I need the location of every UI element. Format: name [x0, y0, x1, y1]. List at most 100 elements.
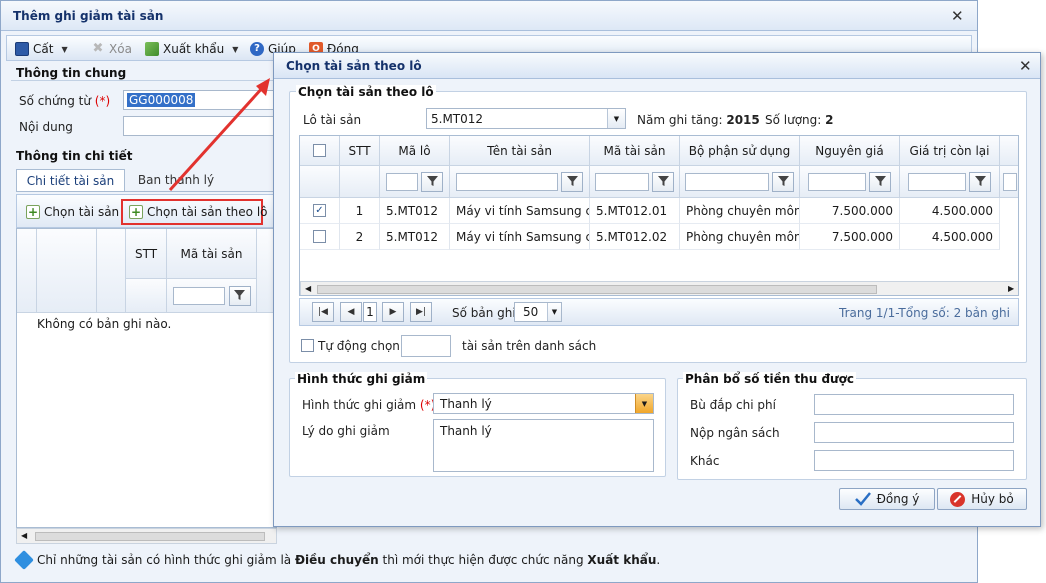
cell-asset-name: Máy vi tính Samsung cor: [450, 224, 590, 250]
horizontal-scrollbar[interactable]: ◀ ▶: [300, 281, 1018, 295]
add-icon: +: [26, 205, 40, 219]
ok-label: Đồng ý: [876, 492, 920, 506]
batch-select-dialog: Chọn tài sản theo lô ✕ Chọn tài sản theo…: [273, 52, 1041, 527]
auto-select-label: Tự động chọn: [318, 339, 400, 353]
table-row[interactable]: 2 5.MT012 Máy vi tính Samsung cor 5.MT01…: [300, 224, 1018, 250]
cell-stt: 1: [340, 198, 380, 224]
ok-button[interactable]: Đồng ý: [839, 488, 935, 510]
col-stt: STT: [340, 136, 380, 166]
budget-payment-input[interactable]: [814, 422, 1014, 443]
cost-filter-input[interactable]: [808, 172, 866, 191]
chevron-down-icon[interactable]: ▼: [61, 45, 67, 54]
checkmark-icon: [854, 492, 871, 506]
cell-asset-name: Máy vi tính Samsung cor: [450, 198, 590, 224]
cell-remaining: 4.500.000: [900, 224, 1000, 250]
chevron-down-icon[interactable]: ▼: [607, 109, 625, 128]
allocation-heading: Phân bổ số tiền thu được: [683, 372, 856, 386]
pager-summary: Trang 1/1-Tổng số: 2 bản ghi: [839, 306, 1010, 320]
cancel-button[interactable]: Hủy bỏ: [937, 488, 1027, 510]
dept-filter: [680, 166, 800, 198]
reason-value: Thanh lý: [440, 424, 492, 438]
prev-page-button[interactable]: ◀: [340, 302, 362, 322]
cell-stt: 2: [340, 224, 380, 250]
horizontal-scrollbar[interactable]: ◀: [16, 528, 277, 544]
scroll-left-icon[interactable]: ◀: [305, 284, 311, 293]
asset-code-filter-input[interactable]: [172, 286, 225, 305]
tab-asset-details[interactable]: Chi tiết tài sản: [16, 169, 125, 191]
filter-icon[interactable]: [652, 171, 674, 192]
col-asset-name: Tên tài sản: [450, 136, 590, 166]
cell-lot: 5.MT012: [380, 198, 450, 224]
export-label: Xuất khẩu: [163, 42, 225, 56]
close-icon[interactable]: ✕: [1019, 59, 1032, 74]
scroll-right-icon[interactable]: ▶: [1008, 284, 1014, 293]
main-titlebar: Thêm ghi giảm tài sản ✕: [1, 1, 977, 31]
row-checkbox[interactable]: [313, 230, 326, 243]
row-checkbox[interactable]: ✓: [313, 204, 326, 217]
reason-textarea[interactable]: Thanh lý: [433, 419, 654, 472]
lot-filter: [380, 166, 450, 198]
batch-asset-grid: STT Mã lô Tên tài sản Mã tài sản Bộ phận…: [299, 135, 1019, 296]
content-label: Nội dung: [19, 120, 73, 134]
scroll-thumb[interactable]: [317, 285, 877, 294]
auto-select-count-input[interactable]: [401, 335, 451, 357]
page-number-input[interactable]: 1: [363, 302, 377, 322]
cost-filter: [800, 166, 900, 198]
export-button[interactable]: Xuất khẩu ▼: [145, 38, 238, 60]
chevron-down-icon[interactable]: ▼: [232, 45, 238, 54]
filter-icon[interactable]: [969, 171, 991, 192]
name-filter-input[interactable]: [456, 172, 558, 191]
general-info-heading: Thông tin chung: [16, 66, 127, 80]
filter-icon[interactable]: [772, 171, 794, 192]
last-page-button[interactable]: ▶|: [410, 302, 432, 322]
cell-asset-code: 5.MT012.02: [590, 224, 680, 250]
add-icon: +: [129, 205, 143, 219]
scroll-left-icon[interactable]: ◀: [21, 531, 27, 540]
cost-offset-input[interactable]: [814, 394, 1014, 415]
save-button[interactable]: Cất ▼: [15, 38, 68, 60]
select-by-batch-button[interactable]: + Chọn tài sản theo lô: [129, 201, 268, 223]
lot-filter-input[interactable]: [386, 172, 418, 191]
remain-filter: [900, 166, 1000, 198]
chevron-down-icon[interactable]: ▼: [547, 303, 561, 321]
auto-select-checkbox[interactable]: [301, 339, 314, 352]
chevron-down-icon[interactable]: ▼: [635, 394, 653, 413]
reduction-heading: Hình thức ghi giảm: [295, 372, 428, 386]
batch-value: 5.MT012: [431, 111, 484, 126]
records-per-page-select[interactable]: 50 ▼: [514, 302, 562, 322]
no-records-text: Không có bản ghi nào.: [37, 317, 172, 331]
filter-icon[interactable]: [228, 285, 251, 306]
table-row[interactable]: ✓ 1 5.MT012 Máy vi tính Samsung cor 5.MT…: [300, 198, 1018, 224]
select-asset-button[interactable]: + Chọn tài sản: [26, 201, 119, 223]
other-label: Khác: [690, 454, 720, 468]
select-all-checkbox[interactable]: [313, 144, 326, 157]
save-icon: [15, 42, 29, 56]
filter-icon[interactable]: [561, 171, 583, 192]
batch-combobox[interactable]: 5.MT012 ▼: [426, 108, 626, 129]
batch-group: Chọn tài sản theo lô Lô tài sản 5.MT012 …: [289, 85, 1027, 363]
cell-lot: 5.MT012: [380, 224, 450, 250]
cell-department: Phòng chuyên môn: [680, 224, 800, 250]
next-page-button[interactable]: ▶: [382, 302, 404, 322]
filter-icon[interactable]: [869, 171, 891, 192]
batch-label: Lô tài sản: [303, 113, 362, 127]
detail-info-heading: Thông tin chi tiết: [16, 149, 133, 163]
close-icon[interactable]: ✕: [951, 9, 964, 24]
name-filter: [450, 166, 590, 198]
records-label: Số bản ghi:: [452, 306, 520, 320]
auto-select-suffix: tài sản trên danh sách: [462, 339, 597, 353]
year-info: Năm ghi tăng: 2015: [637, 113, 760, 127]
first-page-button[interactable]: |◀: [312, 302, 334, 322]
scroll-thumb[interactable]: [35, 532, 265, 541]
export-icon: [145, 42, 159, 56]
delete-button[interactable]: ✖ Xóa: [91, 38, 132, 60]
other-input[interactable]: [814, 450, 1014, 471]
dept-filter-input[interactable]: [685, 172, 769, 191]
remain-filter-input[interactable]: [908, 172, 966, 191]
method-combobox[interactable]: Thanh lý ▼: [433, 393, 654, 414]
help-icon: ?: [250, 42, 264, 56]
code-filter-input[interactable]: [595, 172, 649, 191]
method-label: Hình thức ghi giảm (*): [302, 398, 436, 412]
filter-icon[interactable]: [421, 171, 443, 192]
cancel-icon: [950, 491, 966, 507]
